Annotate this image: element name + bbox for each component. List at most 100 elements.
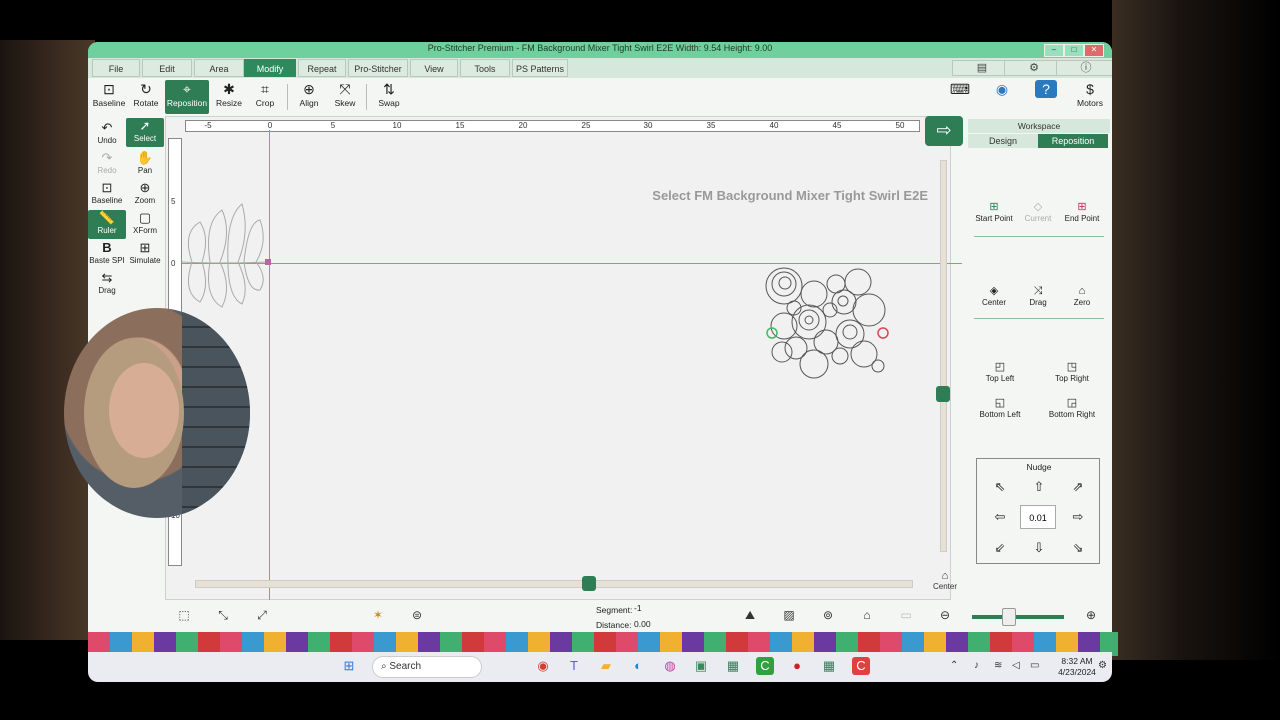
nudge-right-arrow-icon[interactable]: ⇨ [1069,508,1087,526]
maximize-button[interactable]: □ [1064,44,1084,57]
center-button[interactable]: ◈ Center [970,284,1018,314]
chrome-icon[interactable]: ◉ [534,657,552,675]
menu-edit[interactable]: Edit [142,59,192,77]
menu-modify[interactable]: Modify [244,59,296,77]
baseline-button[interactable]: ⊡ Baseline [90,80,128,114]
zoom-slider[interactable] [972,615,1064,619]
edge-icon[interactable]: ◐ [629,657,647,675]
close-button[interactable]: ✕ [1084,44,1104,57]
wifi-tray-icon[interactable]: ≋ [994,660,1002,671]
zoom-button[interactable]: ⊕ Zoom [126,180,164,209]
crop-button[interactable]: ⌗ Crop [246,80,284,114]
align-button[interactable]: ⊕ Align [290,80,328,114]
nudge-up-right-arrow-icon[interactable]: ⇗ [1069,478,1087,496]
right-arrow-button[interactable]: ⇨ [925,116,963,146]
app-icon[interactable]: ▣ [692,657,710,675]
select-node-icon[interactable]: ⤡ [214,608,232,624]
sparkle-icon[interactable]: ✶ [369,608,387,624]
bottom-left-button[interactable]: ◱ Bottom Left [976,396,1024,426]
resize-button[interactable]: ✱ Resize [210,80,248,114]
undo-button[interactable]: ↶ Undo [88,120,126,149]
record-icon[interactable]: ● [788,657,806,675]
skew-button[interactable]: ⤧ Skew [326,80,364,114]
image-icon[interactable]: ▨ [780,608,798,624]
screen-icon[interactable]: ▭ [897,608,915,624]
current-button[interactable]: ◇ Current [1014,200,1062,230]
horizontal-slider-thumb[interactable] [582,576,596,591]
menu-tools[interactable]: Tools [460,59,510,77]
rotate-button[interactable]: ↻ Rotate [127,80,165,114]
help-icon[interactable]: ? [1028,80,1064,114]
end-point-button[interactable]: ⊞ End Point [1058,200,1106,230]
minimize-button[interactable]: – [1044,44,1064,57]
camtasia-recorder-icon[interactable]: C [852,657,870,675]
menu-repeat[interactable]: Repeat [298,59,346,77]
vertical-zoom-slider[interactable] [940,160,947,552]
ruler-button[interactable]: 📏 Ruler [88,210,126,239]
speaker-icon[interactable]: ◁ [1012,660,1020,671]
center-view-button[interactable]: ⌂ Center [930,570,960,594]
nudge-value-input[interactable]: 0.01 [1020,505,1056,529]
windows-start-icon[interactable]: ⊞ [340,657,358,675]
nudge-down-left-arrow-icon[interactable]: ⇙ [991,539,1009,557]
select-box-icon[interactable]: ⬚ [175,608,193,624]
start-point-button[interactable]: ⊞ Start Point [970,200,1018,230]
baseline-tool-button[interactable]: ⊡ Baseline [88,180,126,209]
top-left-button[interactable]: ◰ Top Left [976,360,1024,390]
battery-icon[interactable]: ▭ [1030,660,1039,671]
notification-icon[interactable]: ⚙ [1098,660,1107,671]
select-button[interactable]: ➚ Select [126,118,164,147]
teams-icon[interactable]: T [565,657,583,675]
landscape-edit-icon[interactable]: ⛰ [741,608,759,624]
drag-pattern-button[interactable]: ⤨ Drag [1014,284,1062,314]
swap-button[interactable]: ⇅ Swap [370,80,408,114]
pro-stitcher-active-icon[interactable]: ▦ [820,657,838,675]
xform-button[interactable]: ▢ XForm [126,210,164,239]
file-explorer-icon[interactable]: ▰ [597,657,615,675]
home-view-icon[interactable]: ⌂ [858,608,876,624]
zoom-fit-icon[interactable]: ⊚ [819,608,837,624]
microphone-icon[interactable]: ♪ [974,660,979,671]
info-icon[interactable]: ⓘ [1056,60,1112,76]
nudge-down-right-arrow-icon[interactable]: ⇘ [1069,539,1087,557]
redo-button[interactable]: ↷ Redo [88,150,126,179]
nudge-down-arrow-icon[interactable]: ⇩ [1030,539,1048,557]
photos-icon[interactable]: ◍ [661,657,679,675]
tab-design[interactable]: Design [968,134,1038,148]
zoom-out-icon[interactable]: ⊖ [936,608,954,624]
reposition-button[interactable]: ⌖ Reposition [165,80,209,114]
menu-view[interactable]: View [410,59,458,77]
chevron-up-icon[interactable]: ⌃ [950,660,958,671]
book-icon[interactable]: ▤ [952,60,1012,76]
bottom-right-button[interactable]: ◲ Bottom Right [1048,396,1096,426]
zoom-slider-thumb[interactable] [1002,608,1016,626]
tab-reposition[interactable]: Reposition [1038,134,1108,148]
zero-button[interactable]: ⌂ Zero [1058,284,1106,314]
nudge-up-left-arrow-icon[interactable]: ⇖ [991,478,1009,496]
simulate-button[interactable]: ⊞ Simulate [126,240,164,269]
pan-button[interactable]: ✋ Pan [126,150,164,179]
menu-file[interactable]: File [92,59,140,77]
top-right-button[interactable]: ◳ Top Right [1048,360,1096,390]
taskbar-clock[interactable]: 8:32 AM 4/23/2024 [1052,656,1102,678]
baste-spi-button[interactable]: B Baste SPI [88,240,126,269]
horizontal-scroll-slider[interactable] [195,580,913,588]
settings-circle-icon[interactable]: ⊜ [408,608,426,624]
camtasia-icon[interactable]: C [756,657,774,675]
zoom-in-icon[interactable]: ⊕ [1082,608,1100,624]
swirl-pattern-design[interactable] [764,264,894,384]
vertical-slider-thumb[interactable] [936,386,950,402]
gear-icon[interactable]: ⚙ [1004,60,1064,76]
motors-button[interactable]: $ Motors [1070,80,1110,114]
taskbar-search[interactable]: ⌕ Search [372,656,482,678]
menu-area[interactable]: Area [194,59,244,77]
expand-icon[interactable]: ⤢ [253,608,271,624]
pro-stitcher-icon[interactable]: ▦ [724,657,742,675]
wifi-icon[interactable]: ◉ [984,80,1020,114]
menu-pro-stitcher[interactable]: Pro-Stitcher [348,59,408,77]
menu-ps-patterns[interactable]: PS Patterns [512,59,568,77]
nudge-up-arrow-icon[interactable]: ⇧ [1030,478,1048,496]
drag-button[interactable]: ⇆ Drag [88,270,126,299]
nudge-left-arrow-icon[interactable]: ⇦ [991,508,1009,526]
keyboard-icon[interactable]: ⌨ [942,80,978,114]
